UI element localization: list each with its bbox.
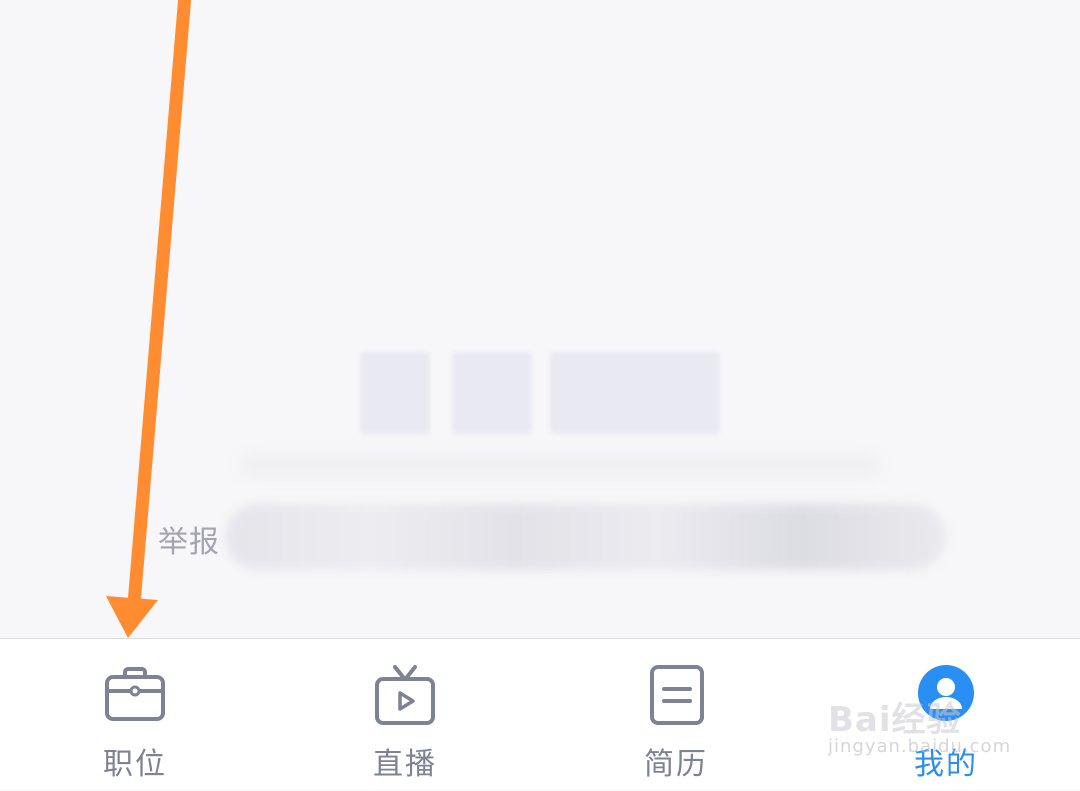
tab-resume-label: 简历 bbox=[644, 747, 708, 782]
tab-jobs[interactable]: 职位 bbox=[45, 639, 225, 791]
blurred-subtitle bbox=[240, 452, 880, 478]
tab-jobs-label: 职位 bbox=[103, 747, 167, 782]
tab-mine-label: 我的 bbox=[914, 747, 978, 782]
content-area: 举报 bbox=[0, 0, 1080, 638]
profile-avatar-icon bbox=[914, 663, 978, 727]
report-text: 举报 bbox=[158, 525, 220, 560]
tab-live-label: 直播 bbox=[373, 747, 437, 782]
resume-document-icon bbox=[644, 663, 708, 727]
bottom-tab-bar: 职位 直播 简历 我的 bbox=[0, 638, 1080, 790]
tab-mine[interactable]: 我的 bbox=[856, 639, 1036, 791]
tab-live[interactable]: 直播 bbox=[315, 639, 495, 791]
blurred-report-details bbox=[226, 504, 946, 570]
blurred-title bbox=[360, 352, 720, 434]
tab-resume[interactable]: 简历 bbox=[586, 639, 766, 791]
briefcase-icon bbox=[103, 663, 167, 727]
tv-play-icon bbox=[373, 663, 437, 727]
